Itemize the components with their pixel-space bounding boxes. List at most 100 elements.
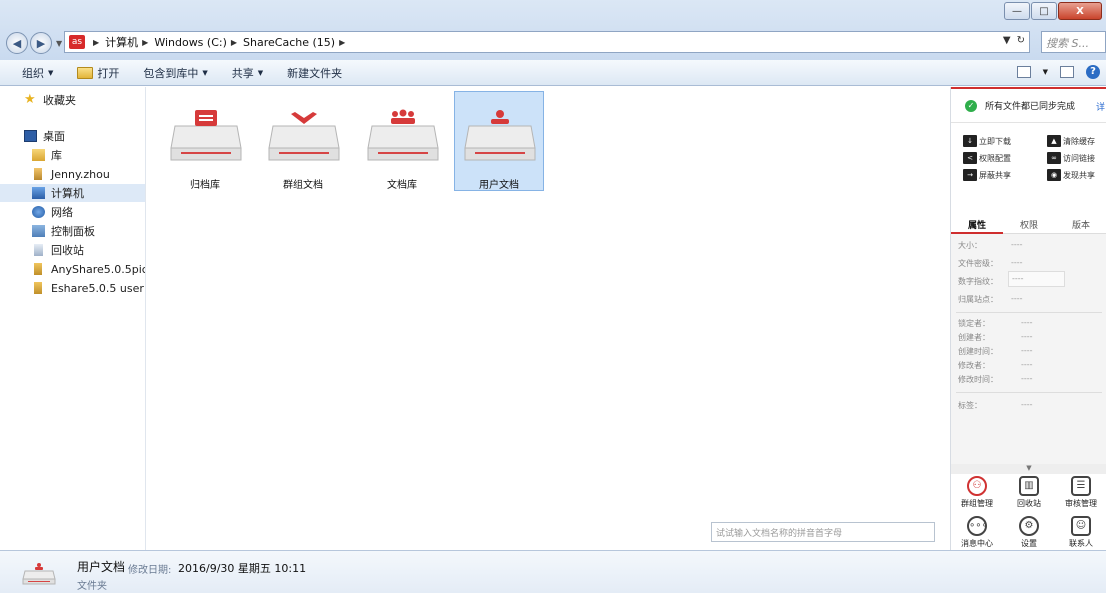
archive-icon — [34, 263, 42, 275]
divider — [956, 312, 1102, 313]
chevron-down-icon: ▼ — [257, 68, 264, 77]
tab-versions[interactable]: 版本 — [1055, 214, 1106, 234]
contacts-icon: ☺ — [1071, 516, 1091, 536]
download-icon: ↓ — [963, 135, 977, 147]
security-level-value: ---- — [1011, 258, 1023, 267]
search-input[interactable]: 搜索 S... — [1041, 31, 1106, 53]
anyshare-icon: as — [69, 35, 85, 49]
breadcrumb-sharecache[interactable]: ShareCache (15) — [243, 36, 335, 49]
user-docs-icon — [22, 563, 56, 585]
change-view-icon[interactable] — [1016, 66, 1031, 78]
property-tabs: 属性 权限 版本 — [951, 214, 1106, 234]
audit-manage-button[interactable]: ☰ 审核管理 — [1055, 476, 1106, 509]
sidebar-item-label: AnyShare5.0.5pictu — [51, 262, 145, 276]
breadcrumb-separator-icon[interactable]: ▶ — [231, 38, 237, 47]
organize-menu[interactable]: 组织 ▼ — [22, 65, 53, 81]
modifier-value: ---- — [1021, 360, 1033, 369]
message-center-icon: ∘∘∘ — [967, 516, 988, 536]
settings-button[interactable]: ⚙ 设置 — [1003, 516, 1055, 549]
folder-tile-group-docs[interactable]: 群组文档 — [258, 91, 348, 191]
modified-time-label: 修改时间： — [958, 375, 998, 384]
navigation-buttons: ◀ ▶ ▼ — [6, 30, 66, 56]
site-value: ---- — [1011, 294, 1023, 303]
help-icon[interactable]: ? — [1086, 65, 1100, 79]
user-folder-icon — [34, 168, 42, 180]
sidebar-item-libraries[interactable]: 库 — [0, 146, 145, 164]
tab-permissions[interactable]: 权限 — [1003, 214, 1055, 234]
folder-tile-archive[interactable]: 归档库 — [160, 91, 250, 191]
clear-cache-button[interactable]: ▲ 清除缓存 — [1047, 135, 1095, 147]
open-button[interactable]: 打开 — [77, 65, 119, 81]
folder-tile-doc-library[interactable]: 文档库 — [357, 91, 447, 191]
archive-library-icon — [170, 110, 242, 161]
access-link-button[interactable]: ∞ 访问链接 — [1047, 152, 1095, 164]
breadcrumb-computer[interactable]: 计算机 — [105, 34, 138, 50]
group-manage-button[interactable]: ⚇ 群组管理 — [951, 476, 1003, 509]
sidebar-item-network[interactable]: 网络 — [0, 203, 145, 221]
contacts-button[interactable]: ☺ 联系人 — [1055, 516, 1106, 549]
preview-pane-icon[interactable] — [1060, 66, 1074, 78]
sync-status-text: 所有文件都已同步完成 — [985, 102, 1076, 112]
audit-manage-icon: ☰ — [1071, 476, 1091, 496]
tool-label: 群组管理 — [961, 499, 993, 508]
sidebar-item-computer[interactable]: 计算机 — [0, 184, 145, 202]
organize-label: 组织 — [22, 66, 44, 80]
minimize-button[interactable]: — — [1004, 2, 1030, 20]
folder-tile-user-docs[interactable]: 用户文档 — [454, 91, 544, 191]
view-dropdown-icon[interactable]: ▼ — [1043, 68, 1048, 76]
size-label: 大小： — [958, 241, 982, 250]
recycle-bin-button[interactable]: ▥ 回收站 — [1003, 476, 1055, 509]
sidebar-item-label: 计算机 — [51, 187, 84, 200]
creator-label: 创建者： — [958, 333, 990, 342]
selected-item-name: 用户文档 — [77, 560, 126, 574]
share-permission-icon: < — [963, 152, 977, 164]
sidebar-item-anyshare-zip[interactable]: AnyShare5.0.5pictu — [0, 260, 145, 278]
share-menu[interactable]: 共享 ▼ — [232, 65, 263, 81]
recycle-bin-icon: ▥ — [1019, 476, 1039, 496]
close-button[interactable]: X — [1058, 2, 1102, 20]
sync-details-link[interactable]: 详 — [1096, 100, 1105, 113]
sidebar-item-desktop[interactable]: 桌面 — [0, 127, 145, 145]
security-level-label: 文件密级： — [958, 259, 998, 268]
block-share-button[interactable]: → 屏蔽共享 — [963, 169, 1011, 181]
breadcrumb-drive[interactable]: Windows (C:) — [154, 36, 227, 49]
action-label: 清除缓存 — [1063, 136, 1095, 146]
permission-config-button[interactable]: < 权限配置 — [963, 152, 1011, 164]
sidebar-item-eshare-zip[interactable]: Eshare5.0.5 user gu — [0, 279, 145, 297]
recent-pages-dropdown[interactable]: ▼ — [56, 39, 62, 48]
sidebar-item-user[interactable]: Jenny.zhou — [0, 165, 145, 183]
breadcrumb-separator-icon[interactable]: ▶ — [93, 38, 99, 47]
sidebar-item-label: Eshare5.0.5 user gu — [51, 281, 145, 295]
desktop-icon — [24, 130, 37, 142]
navigation-pane: ★ 收藏夹 桌面 库 Jenny.zhou 计算机 网络 控制面板 回收站 Any… — [0, 87, 146, 550]
address-bar[interactable]: as ▶ 计算机 ▶ Windows (C:) ▶ ShareCache (15… — [64, 31, 1030, 53]
include-in-library-menu[interactable]: 包含到库中 ▼ — [143, 65, 207, 81]
maximize-button[interactable]: □ — [1031, 2, 1057, 20]
locker-value: ---- — [1021, 318, 1033, 327]
message-center-button[interactable]: ∘∘∘ 消息中心 — [951, 516, 1003, 549]
breadcrumb-separator-icon[interactable]: ▶ — [339, 38, 345, 47]
sidebar-item-favorites[interactable]: ★ 收藏夹 — [0, 91, 145, 109]
address-dropdown-icon[interactable]: ▼ — [1003, 35, 1011, 46]
discover-share-button[interactable]: ◉ 发现共享 — [1047, 169, 1095, 181]
new-folder-button[interactable]: 新建文件夹 — [287, 65, 342, 81]
tags-value: ---- — [1021, 400, 1033, 409]
folder-label: 群组文档 — [283, 180, 323, 191]
refresh-icon[interactable]: ↻ — [1017, 35, 1025, 46]
properties-panel: 大小： ---- 文件密级： ---- 数字指纹： ---- 归属站点： ---… — [951, 234, 1106, 464]
tab-properties[interactable]: 属性 — [951, 214, 1003, 234]
doc-library-icon — [367, 109, 439, 161]
collapse-toggle[interactable]: ▼ — [951, 464, 1106, 474]
pinyin-search-input[interactable]: 试试输入文档名称的拼音首字母 — [711, 522, 935, 542]
computer-icon — [32, 187, 45, 199]
download-now-button[interactable]: ↓ 立即下载 — [963, 135, 1011, 147]
back-button[interactable]: ◀ — [6, 32, 28, 54]
forward-button[interactable]: ▶ — [30, 32, 52, 54]
folder-icon — [77, 66, 94, 79]
block-share-icon: → — [963, 169, 977, 181]
breadcrumb-separator-icon[interactable]: ▶ — [142, 38, 148, 47]
group-docs-icon — [268, 112, 340, 161]
sidebar-item-recycle-bin[interactable]: 回收站 — [0, 241, 145, 259]
sidebar-item-control-panel[interactable]: 控制面板 — [0, 222, 145, 240]
link-icon: ∞ — [1047, 152, 1061, 164]
